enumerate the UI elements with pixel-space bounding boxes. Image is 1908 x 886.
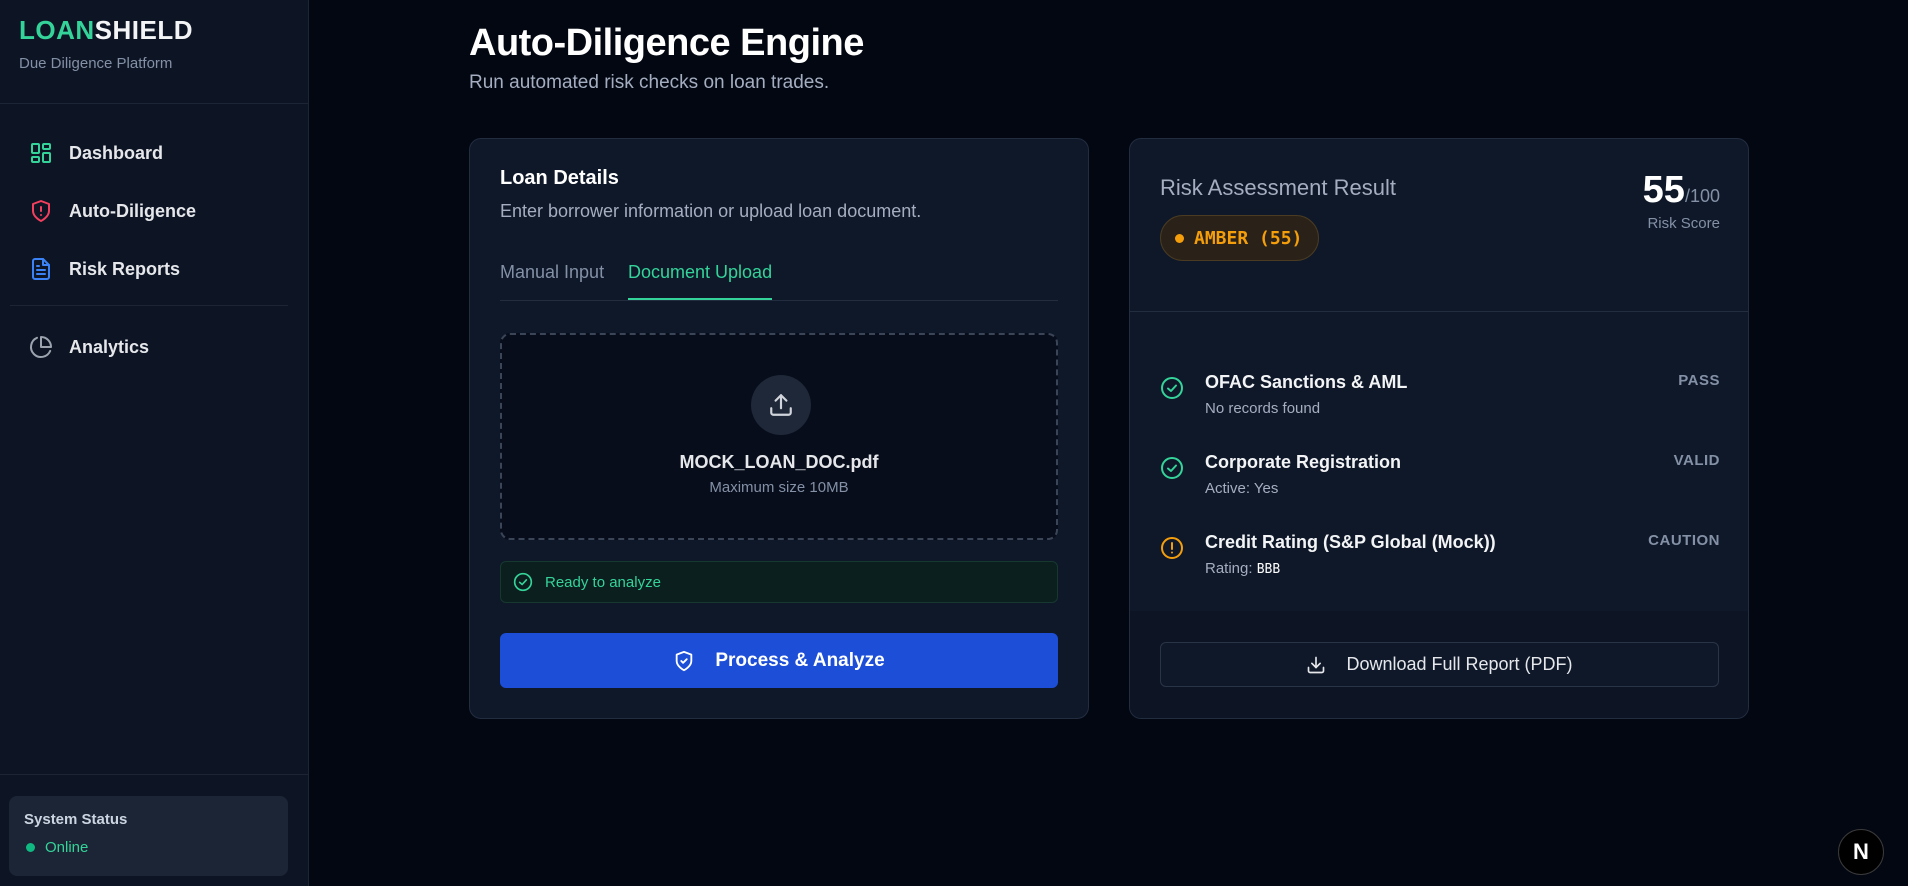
system-status-value: Online: [45, 839, 89, 856]
tab-document-upload[interactable]: Document Upload: [628, 257, 773, 300]
upload-size-hint: Maximum size 10MB: [709, 479, 849, 496]
check-item-credit-rating: Credit Rating (S&P Global (Mock)) Rating…: [1160, 524, 1720, 584]
risk-level-text: AMBER (55): [1194, 227, 1303, 249]
credit-rating-value: BBB: [1256, 562, 1281, 577]
check-item-corporate-registration: Corporate Registration Active: Yes VALID: [1160, 444, 1720, 504]
brand-logo-part1: LOAN: [19, 15, 95, 45]
sidebar-item-dashboard[interactable]: Dashboard: [10, 124, 298, 182]
sidebar-item-label: Risk Reports: [69, 258, 181, 279]
risk-result-header: Risk Assessment Result AMBER (55) 55/100…: [1130, 139, 1748, 312]
check-detail-text: Active: Yes: [1205, 480, 1279, 497]
upload-icon: [751, 375, 811, 435]
file-text-icon: [29, 257, 53, 281]
risk-score: 55/100: [1643, 169, 1720, 212]
page-subtitle: Run automated risk checks on loan trades…: [469, 72, 830, 93]
uploaded-file-name: MOCK_LOAN_DOC.pdf: [679, 452, 879, 472]
brand-logo[interactable]: LOANSHIELD: [19, 14, 289, 46]
check-detail: Active: Yes: [1205, 480, 1278, 497]
risk-assessment-card: Risk Assessment Result AMBER (55) 55/100…: [1129, 138, 1749, 719]
sidebar: LOANSHIELD Due Diligence Platform Dashbo…: [0, 0, 309, 886]
check-title: Credit Rating (S&P Global (Mock)): [1205, 532, 1496, 552]
document-dropzone[interactable]: MOCK_LOAN_DOC.pdf Maximum size 10MB: [500, 333, 1058, 540]
check-item-ofac: OFAC Sanctions & AML No records found PA…: [1160, 364, 1720, 424]
sidebar-item-label: Auto-Diligence: [69, 200, 197, 221]
risk-result-title: Risk Assessment Result: [1160, 175, 1396, 200]
risk-score-label: Risk Score: [1647, 215, 1720, 232]
check-circle-icon: [513, 572, 533, 592]
shield-check-icon: [673, 650, 695, 672]
ready-status-banner: Ready to analyze: [500, 561, 1058, 603]
sidebar-item-label: Dashboard: [69, 142, 164, 163]
system-status-section: System Status Online: [0, 774, 308, 886]
process-analyze-label: Process & Analyze: [715, 649, 885, 671]
system-status-row: Online: [24, 839, 273, 856]
risk-level-badge: AMBER (55): [1160, 215, 1320, 261]
check-title: OFAC Sanctions & AML: [1205, 372, 1408, 392]
brand: LOANSHIELD Due Diligence Platform: [0, 0, 308, 104]
sidebar-divider: [10, 305, 288, 306]
loan-details-subtitle: Enter borrower information or upload loa…: [500, 201, 922, 221]
sidebar-item-auto-diligence[interactable]: Auto-Diligence: [10, 182, 298, 240]
loan-details-card: Loan Details Enter borrower information …: [469, 138, 1089, 719]
check-title: Corporate Registration: [1205, 452, 1402, 472]
check-circle-icon: [1160, 456, 1184, 480]
system-status-title: System Status: [24, 811, 128, 828]
process-analyze-button[interactable]: Process & Analyze: [500, 633, 1058, 688]
check-status: CAUTION: [1648, 532, 1720, 549]
check-circle-icon: [1160, 376, 1184, 400]
check-detail: Rating: BBB: [1205, 560, 1280, 577]
check-detail: No records found: [1205, 400, 1320, 417]
check-detail-text: No records found: [1205, 400, 1321, 417]
risk-score-value: 55: [1642, 169, 1685, 211]
page-title: Auto-Diligence Engine: [469, 22, 864, 64]
loan-details-title: Loan Details: [500, 167, 619, 189]
check-detail-text: Rating:: [1205, 560, 1257, 577]
system-status-card: System Status Online: [9, 796, 288, 876]
amber-dot-icon: [1175, 233, 1184, 243]
sidebar-item-risk-reports[interactable]: Risk Reports: [10, 240, 298, 298]
brand-subtitle: Due Diligence Platform: [19, 55, 173, 72]
check-status: PASS: [1678, 372, 1720, 389]
nextjs-dev-badge[interactable]: N: [1838, 829, 1884, 875]
download-icon: [1306, 655, 1326, 675]
risk-score-max: /100: [1684, 186, 1720, 206]
pie-chart-icon: [29, 335, 53, 359]
sidebar-item-label: Analytics: [69, 336, 150, 357]
status-dot-icon: [26, 843, 35, 852]
tab-manual-input[interactable]: Manual Input: [500, 257, 604, 300]
sidebar-nav: Dashboard Auto-Diligence Risk Reports An…: [0, 104, 308, 376]
sidebar-item-analytics[interactable]: Analytics: [10, 318, 298, 376]
ready-status-text: Ready to analyze: [545, 573, 661, 591]
download-report-button[interactable]: Download Full Report (PDF): [1160, 642, 1719, 687]
brand-logo-part2: SHIELD: [94, 15, 194, 45]
dashboard-icon: [29, 141, 53, 165]
input-tabs: Manual Input Document Upload: [500, 257, 1058, 301]
alert-circle-icon: [1160, 536, 1184, 560]
check-status: VALID: [1673, 452, 1720, 469]
download-report-label: Download Full Report (PDF): [1346, 654, 1573, 674]
shield-alert-icon: [29, 199, 53, 223]
